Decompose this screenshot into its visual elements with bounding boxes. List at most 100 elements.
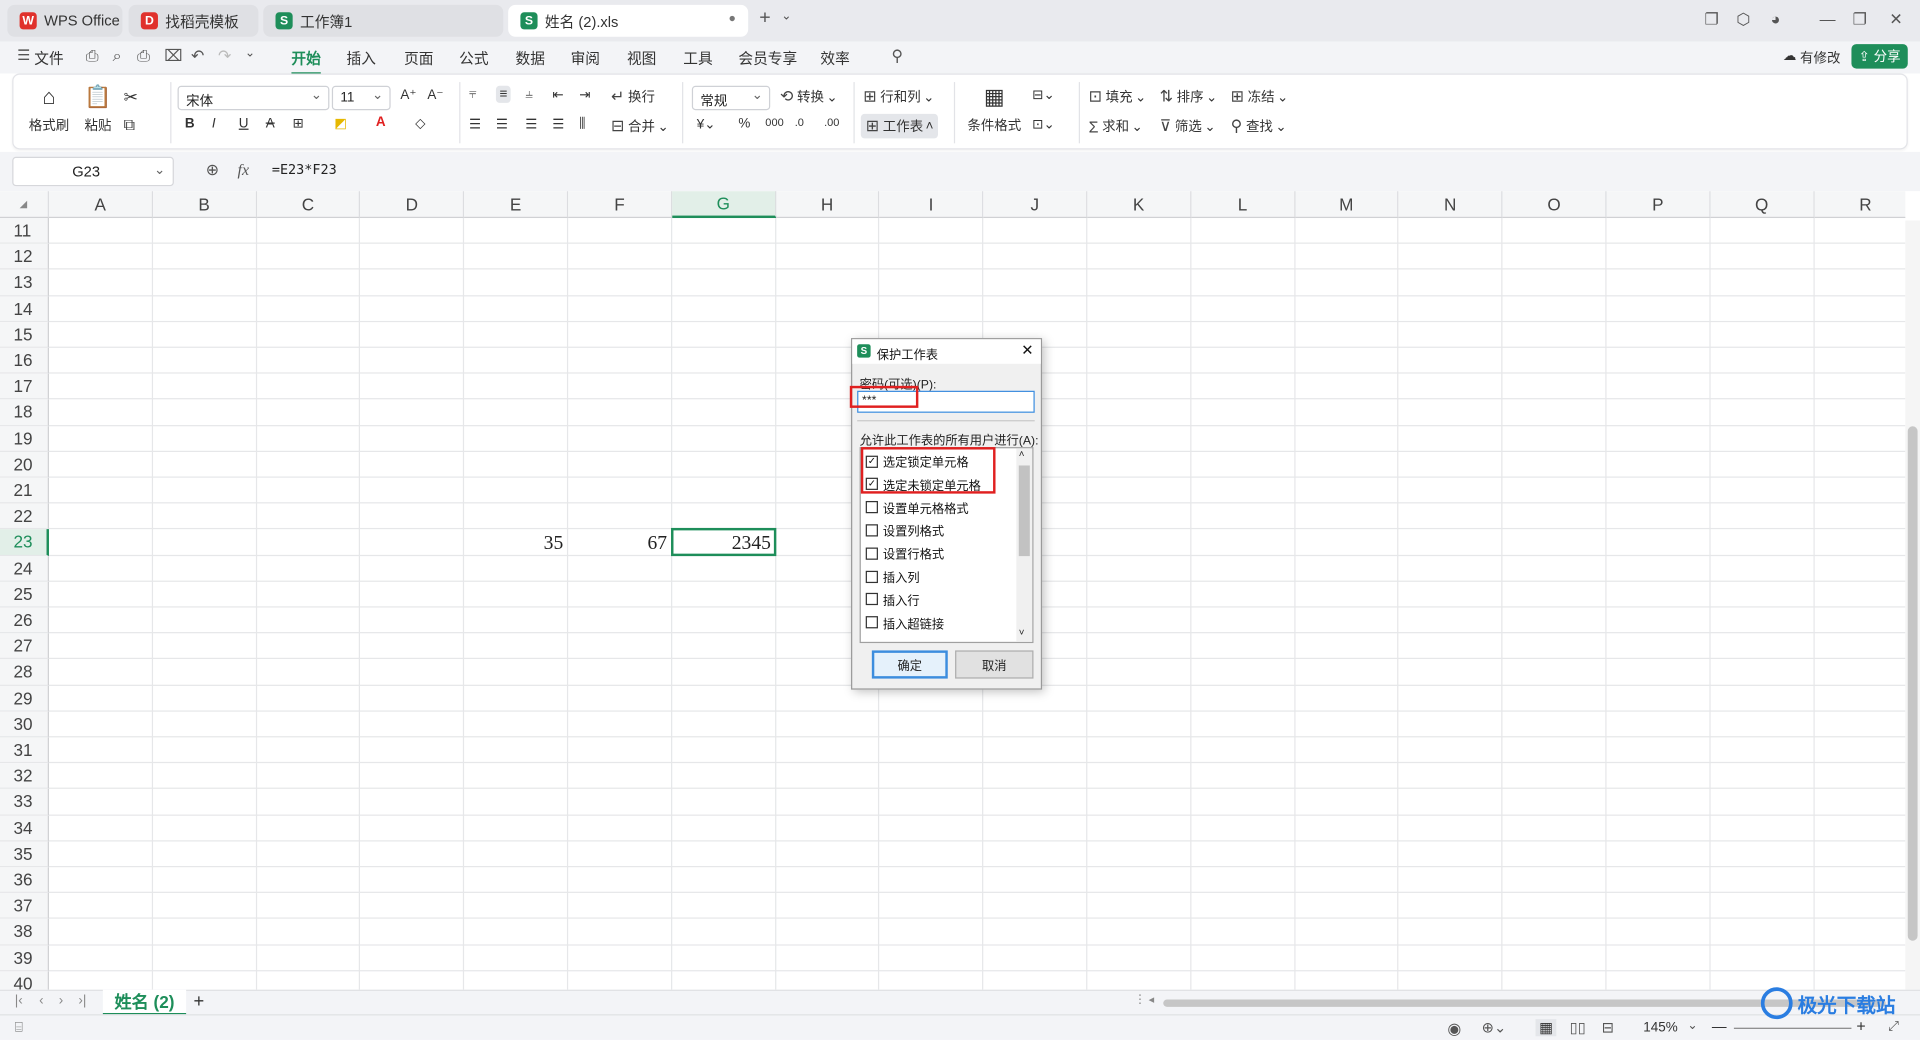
name-box[interactable]: G23 ⌄: [12, 156, 174, 187]
eraser-icon[interactable]: ◇: [415, 115, 425, 131]
row-header[interactable]: 18: [0, 399, 49, 426]
settings-icon[interactable]: ⊕⌄: [1482, 1019, 1507, 1036]
permission-option[interactable]: 插入列: [865, 567, 920, 586]
menu-tools[interactable]: 工具: [683, 48, 712, 69]
filter-button[interactable]: ⊽ 筛选 ⌄: [1160, 116, 1216, 136]
last-sheet-icon[interactable]: ›|: [78, 993, 86, 1008]
row-header[interactable]: 31: [0, 737, 49, 764]
menu-file[interactable]: 文件: [34, 48, 63, 69]
zoom-in-icon[interactable]: +: [1856, 1017, 1865, 1035]
row-header[interactable]: 13: [0, 269, 49, 296]
row-header[interactable]: 11: [0, 218, 49, 244]
align-middle-icon[interactable]: ≡: [495, 85, 512, 103]
sort-button[interactable]: ⇅ 排序 ⌄: [1160, 87, 1218, 107]
print-icon[interactable]: ⎙: [137, 47, 150, 67]
sum-button[interactable]: Σ 求和 ⌄: [1089, 116, 1143, 136]
align-right-icon[interactable]: ☰: [525, 116, 537, 133]
close-icon[interactable]: ✕: [1021, 342, 1033, 359]
restore-icon[interactable]: ❐: [1853, 10, 1867, 30]
align-center-icon[interactable]: ☰: [496, 116, 508, 133]
merge-button[interactable]: ⊟ 合并 ⌄: [611, 116, 669, 136]
find-button[interactable]: ⚲ 查找 ⌄: [1231, 116, 1287, 136]
row-header[interactable]: 34: [0, 815, 49, 842]
macro-icon[interactable]: ⌸: [15, 1020, 23, 1036]
increase-decimal-icon[interactable]: .0: [795, 116, 804, 128]
freeze-button[interactable]: ⊞ 冻结 ⌄: [1231, 87, 1289, 107]
permission-option[interactable]: 设置列格式: [865, 521, 944, 539]
permission-option[interactable]: 设置行格式: [865, 544, 944, 562]
chevron-down-icon[interactable]: ⌄: [245, 47, 255, 60]
font-color-icon[interactable]: A: [376, 115, 386, 130]
row-header[interactable]: 33: [0, 789, 49, 816]
row-header[interactable]: 27: [0, 633, 49, 660]
italic-icon[interactable]: I: [212, 116, 216, 131]
menu-data[interactable]: 数据: [516, 48, 545, 69]
underline-icon[interactable]: U: [239, 116, 249, 131]
checkbox[interactable]: [865, 593, 878, 606]
menu-member[interactable]: 会员专享: [738, 48, 797, 69]
ok-button[interactable]: 确定: [871, 650, 948, 679]
menu-efficiency[interactable]: 效率: [820, 48, 849, 69]
menu-review[interactable]: 审阅: [571, 48, 600, 69]
row-header[interactable]: 16: [0, 347, 49, 374]
hamburger-icon[interactable]: ☰: [17, 47, 30, 64]
column-header[interactable]: F: [568, 191, 673, 219]
currency-icon[interactable]: ¥⌄: [697, 116, 716, 133]
add-sheet-icon[interactable]: +: [193, 991, 204, 1012]
save-icon[interactable]: ⎙: [86, 47, 99, 67]
rows-cols-button[interactable]: ⊞ 行和列 ⌄: [863, 87, 934, 107]
column-header[interactable]: H: [775, 191, 880, 219]
cell-e23[interactable]: 35: [464, 531, 568, 557]
tab-wps-office[interactable]: W WPS Office: [7, 4, 123, 37]
zoom-level[interactable]: 145%: [1643, 1020, 1677, 1035]
window-layout-icon[interactable]: ❐: [1705, 10, 1719, 30]
checkbox[interactable]: [865, 501, 878, 514]
number-format-select[interactable]: 常规: [691, 85, 771, 111]
convert-button[interactable]: ⟲ 转换 ⌄: [780, 87, 838, 107]
column-header[interactable]: L: [1191, 191, 1296, 219]
row-header[interactable]: 29: [0, 685, 49, 712]
fx-icon[interactable]: fx: [238, 160, 249, 180]
row-header[interactable]: 39: [0, 945, 49, 972]
row-header[interactable]: 30: [0, 711, 49, 738]
eye-icon[interactable]: ◉: [1447, 1019, 1461, 1039]
column-header[interactable]: M: [1295, 191, 1399, 219]
row-header[interactable]: 19: [0, 425, 49, 452]
first-sheet-icon[interactable]: |‹: [15, 993, 23, 1008]
scroll-thumb[interactable]: [1907, 426, 1918, 941]
tab-docer[interactable]: D 找稻壳模板: [128, 4, 259, 37]
menu-insert[interactable]: 插入: [347, 48, 376, 69]
thousands-icon[interactable]: 000: [765, 116, 783, 128]
zoom-in-icon[interactable]: ⊕: [206, 160, 219, 180]
column-header[interactable]: A: [48, 191, 153, 219]
column-header[interactable]: E: [464, 191, 569, 219]
column-header[interactable]: G: [672, 191, 776, 219]
indent-decrease-icon[interactable]: ⇤: [552, 87, 563, 103]
avatar[interactable]: ◕: [1771, 10, 1781, 28]
decrease-decimal-icon[interactable]: .00: [824, 116, 839, 128]
sheet-tab-active[interactable]: 姓名 (2): [102, 989, 187, 1016]
checkbox[interactable]: [865, 570, 878, 583]
column-header[interactable]: C: [256, 191, 361, 219]
page-break-icon[interactable]: ⊟: [1602, 1019, 1614, 1036]
tab-current-file[interactable]: S 姓名 (2).xls ●: [508, 4, 749, 37]
export-icon[interactable]: ⌕: [113, 47, 122, 67]
close-dot-icon[interactable]: ●: [729, 12, 736, 25]
border-icon[interactable]: ⊞: [293, 115, 304, 131]
align-left-icon[interactable]: ☰: [469, 116, 481, 133]
column-header[interactable]: J: [983, 191, 1088, 219]
zoom-out-icon[interactable]: —: [1712, 1018, 1727, 1035]
row-header[interactable]: 26: [0, 607, 49, 634]
splitter-icon[interactable]: ⋮: [1134, 993, 1146, 1006]
font-size-select[interactable]: 11: [331, 85, 391, 111]
chevron-down-icon[interactable]: ˅: [1019, 627, 1025, 638]
paste-button[interactable]: 📋 粘贴: [77, 85, 119, 135]
prev-sheet-icon[interactable]: ‹: [39, 993, 43, 1008]
column-header[interactable]: R: [1814, 191, 1906, 219]
increase-font-icon[interactable]: A⁺: [400, 87, 416, 103]
font-name-select[interactable]: 宋体: [177, 85, 330, 111]
row-header[interactable]: 40: [0, 971, 49, 990]
row-header[interactable]: 12: [0, 243, 49, 270]
modified-status[interactable]: 有修改: [1800, 48, 1840, 68]
row-header[interactable]: 35: [0, 841, 49, 868]
